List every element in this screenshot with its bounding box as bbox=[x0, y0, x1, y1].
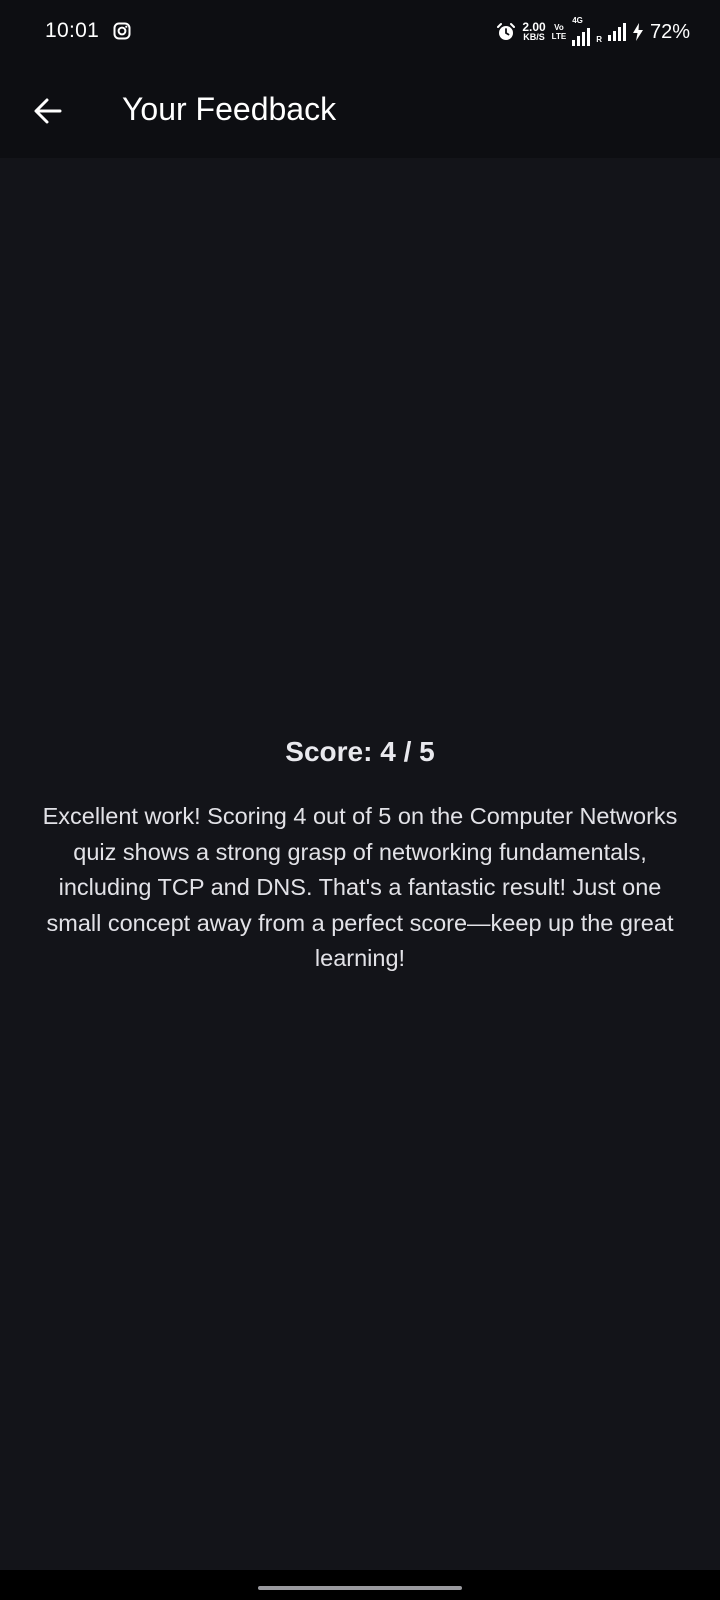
network-type-label: 4G bbox=[572, 16, 583, 25]
signal-bars-sim2 bbox=[607, 23, 626, 41]
status-time: 10:01 bbox=[45, 19, 100, 42]
volte-indicator: Vo LTE bbox=[552, 23, 567, 41]
battery-percent: 72% bbox=[649, 20, 690, 43]
page-title: Your Feedback bbox=[122, 91, 337, 127]
score-text: Score: 4 / 5 bbox=[285, 736, 435, 767]
gesture-handle[interactable] bbox=[258, 1586, 462, 1590]
feedback-content: Score: 4 / 5 Excellent work! Scoring 4 o… bbox=[0, 158, 720, 1570]
signal-bars-sim1 bbox=[572, 28, 591, 46]
alarm-icon bbox=[497, 23, 516, 40]
status-bar: 10:01 2.00 KB/S Vo LTE 4G R 72% bbox=[0, 0, 720, 64]
app-bar: Your Feedback bbox=[0, 64, 720, 158]
volte-bottom: LTE bbox=[551, 32, 567, 41]
charging-icon bbox=[632, 23, 643, 41]
volte-top: Vo bbox=[554, 23, 564, 32]
network-speed-unit: KB/S bbox=[523, 32, 545, 42]
network-speed-value: 2.00 bbox=[522, 20, 546, 34]
feedback-text: Excellent work! Scoring 4 out of 5 on th… bbox=[42, 803, 678, 971]
network-speed: 2.00 KB/S bbox=[522, 20, 546, 42]
back-button[interactable] bbox=[26, 89, 70, 133]
signal-icon: 4G bbox=[572, 16, 591, 46]
instagram-icon bbox=[113, 22, 131, 40]
roaming-label: R bbox=[596, 35, 602, 44]
arrow-left-icon[interactable] bbox=[33, 96, 63, 126]
system-nav-bar bbox=[0, 1570, 720, 1600]
status-indicators: 2.00 KB/S Vo LTE 4G R 72% bbox=[496, 16, 690, 46]
